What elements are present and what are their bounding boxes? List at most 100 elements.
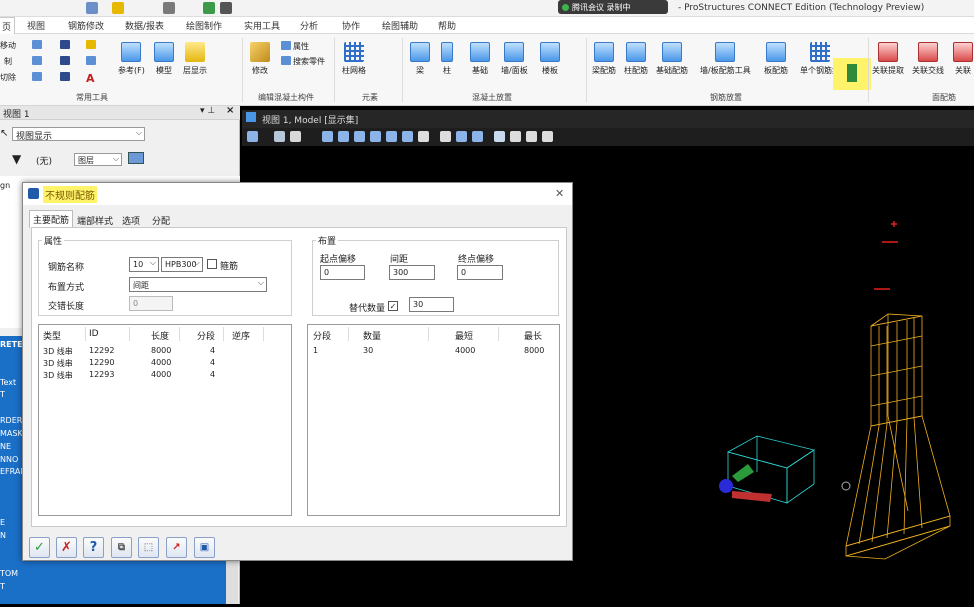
wall-slab-rebar-button[interactable]: 墙/板配筋工具 [700, 42, 751, 76]
list-item[interactable]: N [0, 531, 6, 540]
tab-view[interactable]: 视图 [27, 19, 45, 32]
replace-count-input[interactable]: 30 [409, 297, 454, 312]
view-attributes-icon[interactable] [247, 131, 258, 142]
filter-icon[interactable]: ▼ [12, 152, 21, 166]
list-item[interactable]: T [0, 582, 5, 591]
column-button[interactable]: 柱 [441, 42, 453, 76]
list-item[interactable]: E [0, 518, 5, 527]
slab-rebar-button[interactable]: 板配筋 [764, 42, 788, 76]
column-grid-button[interactable]: 柱网格 [342, 42, 366, 76]
col-segment-header[interactable]: 分段 [197, 329, 215, 342]
stirrup-checkbox[interactable] [207, 259, 217, 269]
reference-button[interactable]: 参考(F) [118, 42, 145, 76]
assoc-intersect-button[interactable]: 关联交线 [912, 42, 944, 76]
col-segment-header[interactable]: 分段 [313, 329, 331, 342]
lap-length-input[interactable]: 0 [129, 296, 173, 311]
start-offset-input[interactable]: 0 [320, 265, 365, 280]
line-icon[interactable] [60, 40, 72, 50]
walk-icon[interactable] [440, 131, 451, 142]
help-icon[interactable]: ? [83, 537, 104, 558]
quick-access-icon[interactable] [86, 2, 98, 14]
filter-view-icon[interactable] [526, 131, 537, 142]
move-button[interactable]: 移动 [0, 40, 16, 51]
shape-icon[interactable] [32, 72, 44, 82]
tab-drawing[interactable]: 绘图制作 [186, 19, 222, 32]
col-count-header[interactable]: 数量 [363, 329, 381, 342]
update-icon[interactable] [322, 131, 333, 142]
image-icon[interactable] [128, 152, 144, 164]
print-icon[interactable] [220, 2, 232, 14]
pan-icon[interactable] [418, 131, 429, 142]
foundation-button[interactable]: 基础 [470, 42, 490, 76]
list-item[interactable]: RDER [0, 416, 22, 425]
rebar-grade-select[interactable]: HPB300 [161, 257, 203, 272]
tab-data-report[interactable]: 数据/报表 [125, 19, 164, 32]
previous-view-icon[interactable] [456, 131, 467, 142]
copy-icon[interactable]: ⧉ [111, 537, 132, 558]
assoc-more-button[interactable]: 关联 [953, 42, 973, 76]
ok-check-icon[interactable]: ✓ [29, 537, 50, 558]
tab-collaborate[interactable]: 协作 [342, 19, 360, 32]
tab-drawing-aids[interactable]: 绘图辅助 [382, 19, 418, 32]
rect-icon[interactable] [60, 72, 72, 82]
fit-view-icon[interactable] [386, 131, 397, 142]
col-type-header[interactable]: 类型 [43, 329, 61, 342]
slab-button[interactable]: 楼板 [540, 42, 560, 76]
search-parts-button[interactable]: 搜索零件 [281, 56, 325, 67]
beam-rebar-button[interactable]: 梁配筋 [592, 42, 616, 76]
spacing-input[interactable]: 300 [389, 265, 435, 280]
window-area-icon[interactable] [370, 131, 381, 142]
col-reverse-header[interactable]: 逆序 [232, 329, 250, 342]
clip-icon[interactable] [494, 131, 505, 142]
list-item[interactable]: TOM [0, 569, 18, 578]
replace-count-checkbox[interactable]: ✓ [388, 301, 398, 311]
list-item[interactable]: RETE [0, 340, 23, 349]
pick-icon[interactable]: ↗ [166, 537, 187, 558]
tab-rebar-edit[interactable]: 钢筋修改 [68, 19, 104, 32]
bulb-icon[interactable] [86, 40, 98, 50]
col-id-header[interactable]: ID [89, 329, 99, 339]
next-view-icon[interactable] [472, 131, 483, 142]
tab-utilities[interactable]: 实用工具 [244, 19, 280, 32]
arc-icon[interactable] [60, 56, 72, 66]
model-button[interactable]: 模型 [154, 42, 174, 76]
end-offset-input[interactable]: 0 [457, 265, 503, 280]
close-icon[interactable]: ✕ [555, 187, 564, 200]
list-item[interactable]: Text [0, 378, 16, 387]
col-longest-header[interactable]: 最长 [524, 329, 542, 342]
column-rebar-button[interactable]: 柱配筋 [624, 42, 648, 76]
align-icon[interactable] [86, 56, 98, 66]
rotate-icon[interactable] [402, 131, 413, 142]
tab-main-rebar[interactable]: 主要配筋 [29, 210, 74, 228]
element-table[interactable]: 类型 ID 长度 分段 逆序 3D 线串 12292 8000 4 3D 线串 … [38, 324, 292, 516]
modify-button[interactable]: 修改 [250, 42, 270, 76]
foundation-rebar-button[interactable]: 基础配筋 [656, 42, 688, 76]
select-icon[interactable] [32, 40, 44, 50]
filter-value[interactable]: (无) [36, 154, 52, 167]
text-icon[interactable]: A [86, 72, 95, 85]
col-shortest-header[interactable]: 最短 [455, 329, 473, 342]
select-element-icon[interactable]: ⬚ [138, 537, 159, 558]
list-item[interactable]: NE [0, 442, 11, 451]
layout-method-select[interactable]: 间距 [129, 277, 267, 292]
copy-button[interactable]: 制 [4, 56, 12, 67]
list-item[interactable]: T [0, 390, 5, 399]
zoom-in-icon[interactable] [338, 131, 349, 142]
cut-button[interactable]: 切除 [0, 72, 16, 83]
beam-button[interactable]: 梁 [410, 42, 430, 76]
wall-panel-button[interactable]: 墙/面板 [501, 42, 528, 76]
rebar-size-select[interactable]: 10 [129, 257, 159, 272]
tab-help[interactable]: 帮助 [438, 19, 456, 32]
folder-icon[interactable] [112, 2, 124, 14]
render-icon[interactable] [274, 131, 285, 142]
pin-icon[interactable]: ▾ ⊥ [200, 106, 215, 116]
tab-analysis[interactable]: 分析 [300, 19, 318, 32]
view-display-select[interactable]: 视图显示 [12, 127, 145, 142]
undo-icon[interactable] [163, 2, 175, 14]
pin-icon[interactable] [203, 2, 215, 14]
save-icon[interactable]: ▣ [194, 537, 215, 558]
layer-display-button[interactable]: 层显示 [183, 42, 207, 76]
edit-icon[interactable] [32, 56, 44, 66]
list-item[interactable]: MASK [0, 429, 23, 438]
irregular-rebar-button[interactable] [833, 58, 871, 90]
